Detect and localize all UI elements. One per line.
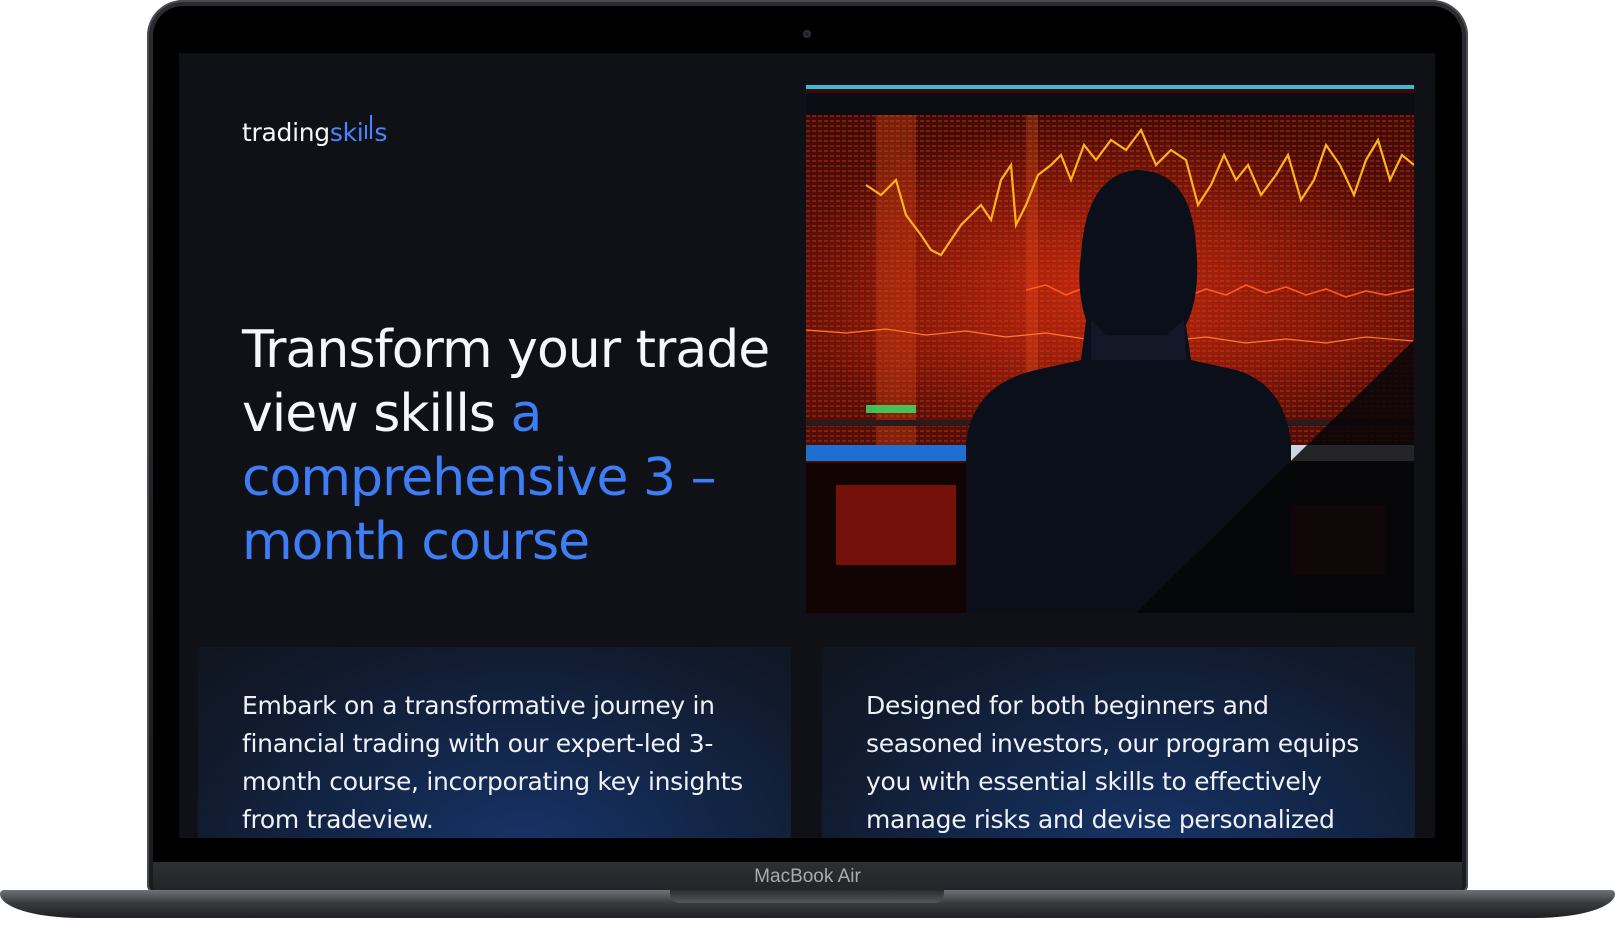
logo-text-skills: ski	[329, 118, 364, 147]
laptop-chin: MacBook Air	[153, 862, 1462, 893]
headline-white-part: Transform your trade view skills	[242, 320, 770, 444]
page-headline: Transform your trade view skills a compr…	[242, 318, 782, 574]
camera-icon	[803, 30, 811, 38]
laptop-screen: tradingski s Transform your trade view sk…	[179, 53, 1435, 838]
model-label: MacBook Air	[754, 866, 861, 887]
logo-bars-icon	[364, 115, 373, 143]
info-card-1: Embark on a transformative journey in fi…	[198, 647, 791, 838]
info-card-2-text: Designed for both beginners and seasoned…	[866, 691, 1359, 834]
brand-logo[interactable]: tradingski s	[242, 115, 388, 147]
info-card-1-text: Embark on a transformative journey in fi…	[242, 691, 743, 834]
logo-text-trading: trading	[242, 118, 330, 147]
laptop-hinge-notch	[670, 890, 944, 903]
hero-image	[806, 85, 1414, 613]
logo-text-s: s	[374, 118, 388, 147]
trader-monitor-image	[806, 85, 1414, 613]
info-card-2: Designed for both beginners and seasoned…	[822, 647, 1415, 838]
